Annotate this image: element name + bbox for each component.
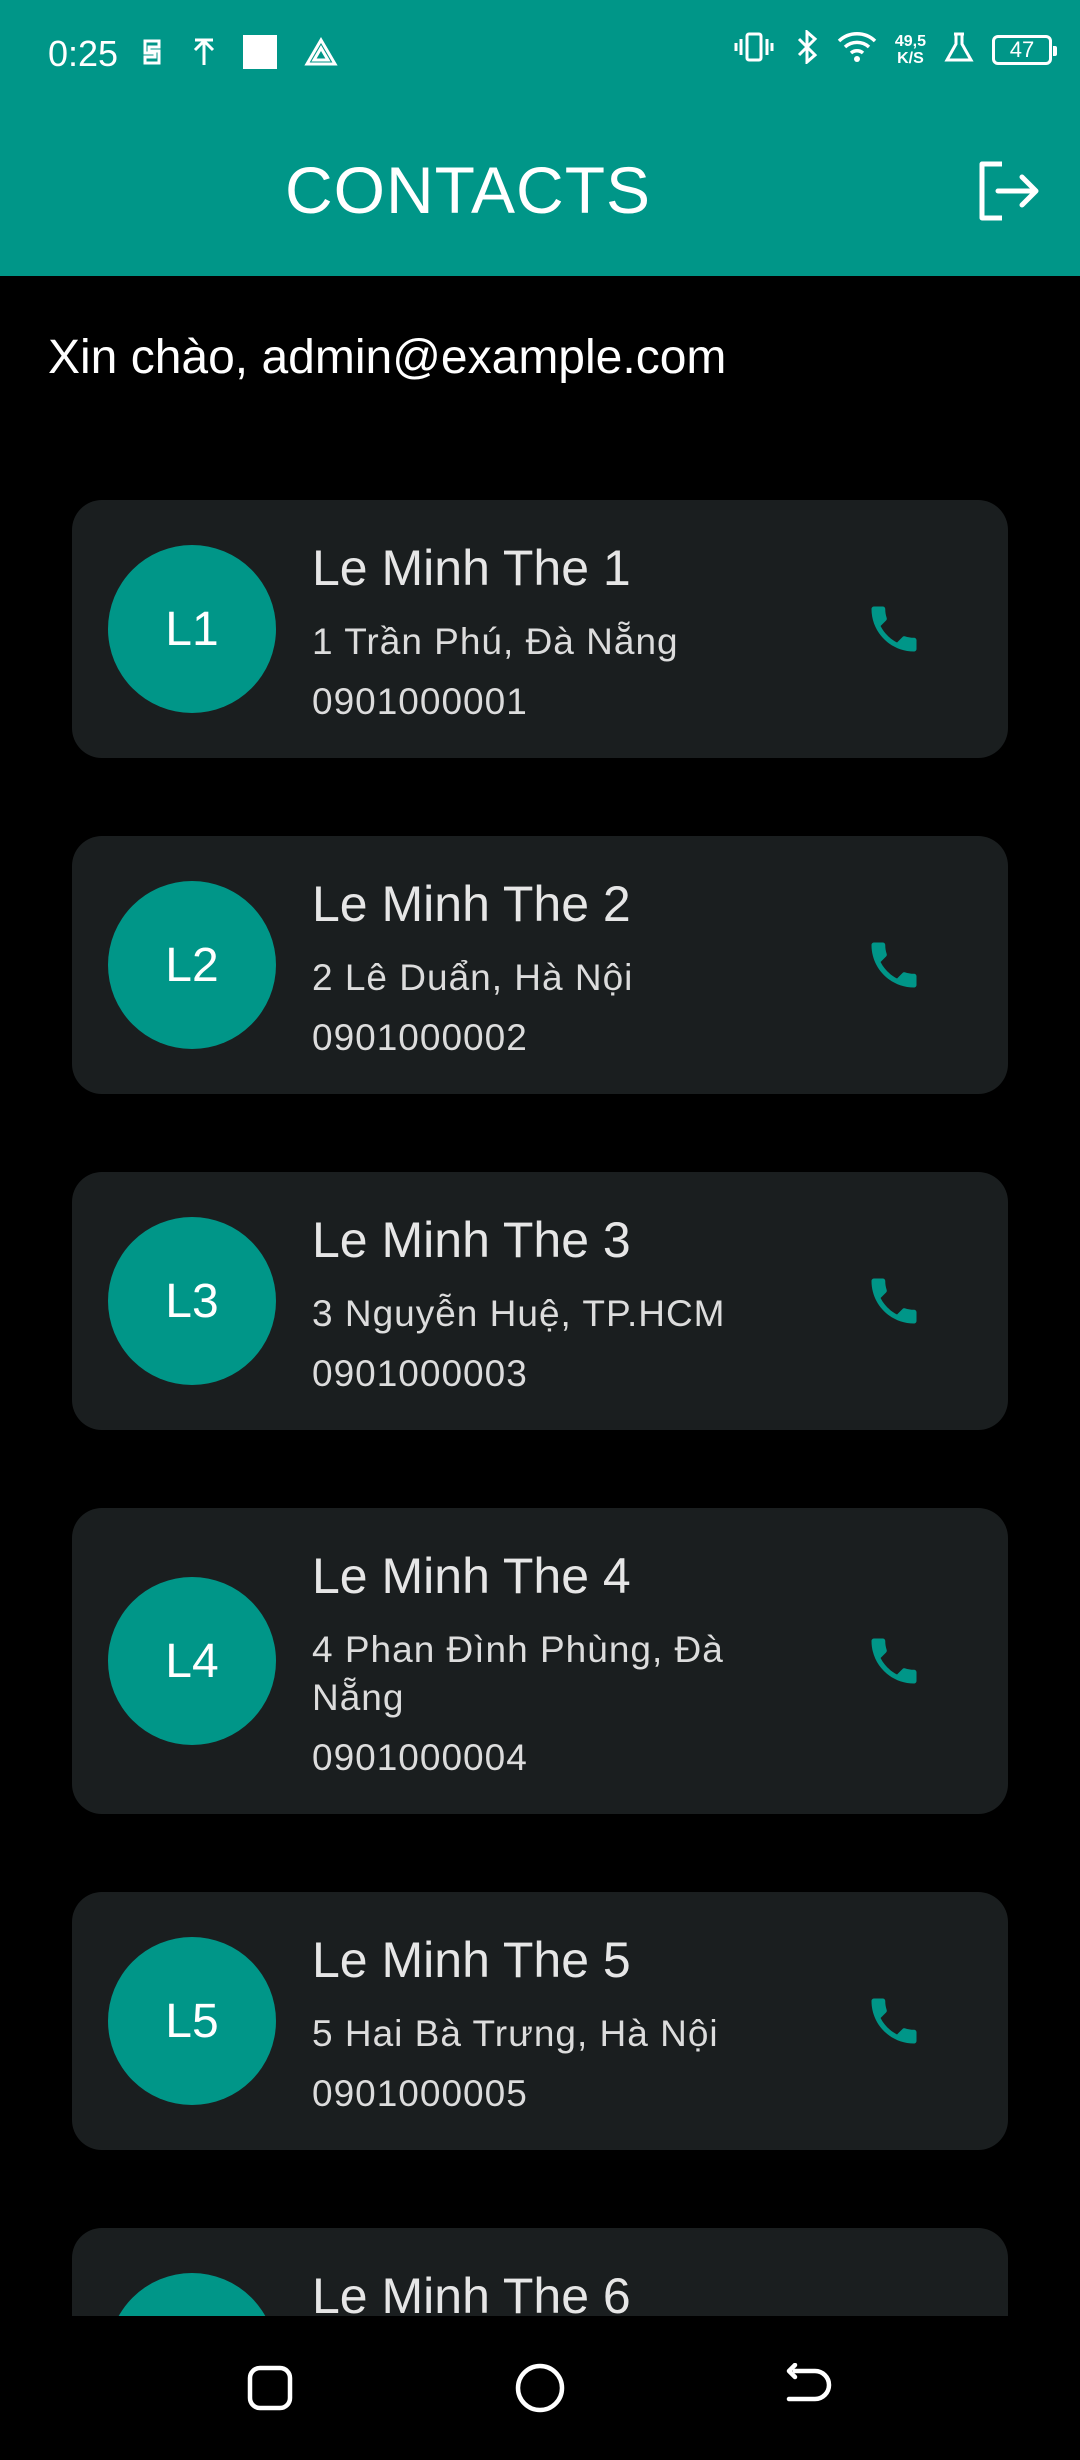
battery-icon: 47: [992, 34, 1057, 65]
contact-card[interactable]: L4 Le Minh The 4 4 Phan Đình Phùng, Đà N…: [72, 1508, 1008, 1814]
avatar: L4: [108, 1577, 276, 1745]
contact-card[interactable]: Le Minh The 6: [72, 2228, 1008, 2316]
square-icon: [247, 2365, 293, 2411]
network-speed-unit: K/S: [897, 49, 924, 67]
contact-name: Le Minh The 4: [312, 1548, 631, 1604]
avatar: L3: [108, 1217, 276, 1385]
home-button[interactable]: [496, 2344, 584, 2432]
contact-card[interactable]: L1 Le Minh The 1 1 Trần Phú, Đà Nẵng 090…: [72, 500, 1008, 758]
contact-phone: 0901000001: [312, 681, 528, 722]
avatar: L2: [108, 881, 276, 1049]
phone-icon: [871, 1638, 917, 1684]
phone-icon: [871, 606, 917, 652]
contact-name: Le Minh The 1: [312, 540, 631, 596]
call-button[interactable]: [854, 1981, 934, 2061]
avatar: L5: [108, 1937, 276, 2105]
contact-phone: 0901000005: [312, 2073, 528, 2114]
contact-phone: 0901000002: [312, 1017, 528, 1058]
avatar: L1: [108, 545, 276, 713]
contact-address: 4 Phan Đình Phùng, Đà Nẵng: [312, 1629, 724, 1718]
logout-icon: [976, 160, 1042, 227]
contact-name: Le Minh The 5: [312, 1932, 631, 1988]
network-speed-value: 49,5: [894, 32, 926, 50]
upload-arrow-icon: [192, 37, 216, 72]
contacts-screen: 0:25 49,5 K/S 47 CONTACTS Xin chào, admi…: [0, 0, 1080, 2460]
call-button[interactable]: [854, 1621, 934, 1701]
phone-icon: [871, 942, 917, 988]
contact-name: Le Minh The 2: [312, 876, 631, 932]
call-button[interactable]: [854, 1261, 934, 1341]
status-time: 0:25: [48, 33, 119, 74]
contact-card[interactable]: L3 Le Minh The 3 3 Nguyễn Huệ, TP.HCM 09…: [72, 1172, 1008, 1430]
vibrate-icon: [733, 31, 777, 68]
contact-address: 1 Trần Phú, Đà Nẵng: [312, 621, 679, 662]
contact-address: 2 Lê Duẩn, Hà Nội: [312, 957, 634, 998]
avatar: [108, 2273, 276, 2316]
battery-level: 47: [1009, 36, 1035, 62]
greeting-text: Xin chào, admin@example.com: [48, 331, 727, 384]
square-notification-icon: [242, 34, 278, 75]
flask-icon: [944, 31, 974, 68]
system-nav-bar: [0, 2316, 1080, 2460]
phone-icon: [871, 1998, 917, 2044]
bluetooth-icon: [795, 28, 819, 69]
circle-icon: [515, 2363, 565, 2413]
contact-name: Le Minh The 6: [312, 2268, 631, 2316]
phone-icon: [871, 1278, 917, 1324]
contact-address: 5 Hai Bà Trưng, Hà Nội: [312, 2013, 719, 2054]
contact-card[interactable]: L2 Le Minh The 2 2 Lê Duẩn, Hà Nội 09010…: [72, 836, 1008, 1094]
call-button[interactable]: [854, 925, 934, 1005]
contact-address: 3 Nguyễn Huệ, TP.HCM: [312, 1293, 726, 1334]
sync-icon: [140, 37, 166, 72]
drive-icon: [304, 37, 338, 72]
contact-list[interactable]: L1 Le Minh The 1 1 Trần Phú, Đà Nẵng 090…: [0, 500, 1080, 2316]
back-button[interactable]: [764, 2344, 852, 2432]
page-title: CONTACTS: [284, 153, 652, 227]
network-speed: 49,5 K/S: [895, 33, 926, 67]
status-left-icons: [140, 34, 338, 75]
back-arrow-icon: [786, 2363, 832, 2402]
wifi-icon: [837, 31, 877, 68]
status-bar: 0:25 49,5 K/S 47: [0, 0, 1080, 110]
contact-name: Le Minh The 3: [312, 1212, 631, 1268]
logout-button[interactable]: [974, 158, 1044, 228]
status-right-icons: 49,5 K/S 47: [733, 28, 1057, 69]
recent-apps-button[interactable]: [226, 2344, 314, 2432]
app-header: 0:25 49,5 K/S 47 CONTACTS: [0, 0, 1080, 276]
contact-phone: 0901000003: [312, 1353, 528, 1394]
call-button[interactable]: [854, 589, 934, 669]
contact-card[interactable]: L5 Le Minh The 5 5 Hai Bà Trưng, Hà Nội …: [72, 1892, 1008, 2150]
contact-phone: 0901000004: [312, 1737, 528, 1778]
